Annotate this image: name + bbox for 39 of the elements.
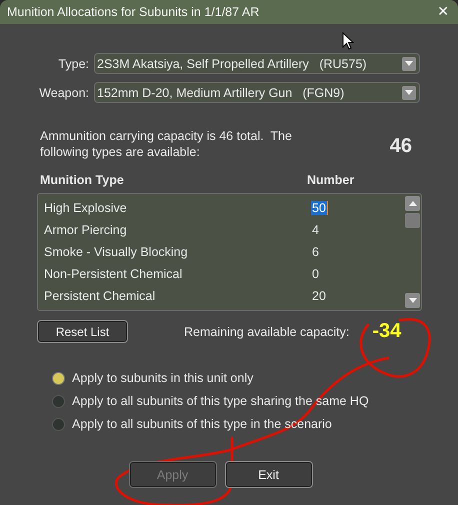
scrollbar[interactable]	[404, 194, 421, 310]
table-cell-text: Smoke - Visually Blocking	[44, 245, 189, 259]
scroll-down-button[interactable]	[405, 293, 420, 308]
field-label: Type:	[58, 56, 89, 70]
dialog-button[interactable]: Exit	[224, 461, 312, 488]
table-cell: 0	[311, 267, 320, 281]
table-cell: 20	[311, 289, 327, 303]
table-cell: 6	[311, 245, 320, 259]
number-input[interactable]: 50	[311, 201, 328, 215]
dropdown-button[interactable]	[402, 86, 416, 100]
reset-list-button[interactable]: Reset List	[37, 320, 128, 343]
caret-icon	[405, 61, 413, 66]
table-cell-text: Persistent Chemical	[44, 289, 156, 303]
dropdown[interactable]: 2S3M Akatsiya, Self Propelled Artillery (RU575)	[94, 53, 420, 74]
column-header: Munition Type	[40, 173, 125, 187]
radio-button[interactable]	[52, 372, 65, 384]
scroll-thumb[interactable]	[405, 213, 420, 228]
table-cell-text: Non-Persistent Chemical	[44, 267, 184, 281]
table-cell-text: Armor Piercing	[44, 223, 128, 237]
radio-button[interactable]	[52, 394, 65, 408]
window-title: Munition Allocations for Subunits in 1/1/87 AR	[7, 5, 260, 19]
capacity-total: 46	[390, 134, 412, 158]
field-label: Weapon:	[39, 86, 89, 100]
scroll-up-button[interactable]	[405, 196, 420, 211]
table-cell-text: High Explosive	[44, 201, 128, 215]
remaining-capacity-label: Remaining available capacity:	[184, 324, 350, 338]
down-arrow-icon	[408, 298, 416, 303]
column-header: Number	[307, 173, 354, 187]
close-button[interactable]: ✕	[434, 4, 452, 20]
remaining-capacity-value: -34	[372, 320, 402, 343]
radio-label: Apply to subunits in this unit only	[72, 371, 254, 385]
up-arrow-icon	[408, 201, 416, 206]
capacity-text: Ammunition carrying capacity is 46 total. The following types are available:	[40, 128, 293, 160]
radio-button[interactable]	[52, 418, 65, 430]
dropdown-button[interactable]	[402, 56, 416, 70]
table-cell: 4	[311, 223, 320, 237]
caret-icon	[405, 90, 413, 95]
mouse-pointer-icon	[342, 32, 354, 50]
dropdown[interactable]: 152mm D-20, Medium Artillery Gun (FGN9)	[94, 82, 420, 103]
